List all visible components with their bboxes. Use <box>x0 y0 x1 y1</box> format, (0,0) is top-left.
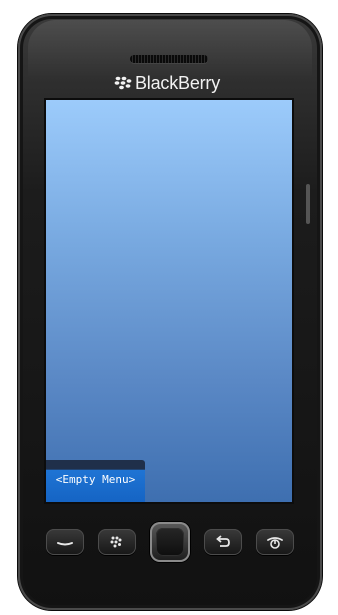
earpiece-speaker <box>130 55 208 63</box>
end-key[interactable] <box>256 529 294 555</box>
phone-icon <box>57 542 73 546</box>
power-icon <box>267 537 283 549</box>
blackberry-logo-icon <box>114 76 132 90</box>
call-key[interactable] <box>46 529 84 555</box>
trackpad[interactable] <box>150 522 190 562</box>
device-screen[interactable]: <Empty Menu> <box>46 100 292 502</box>
menu-key[interactable] <box>98 529 136 555</box>
brand-label: BlackBerry <box>135 72 221 93</box>
hardware-keys <box>46 522 294 562</box>
empty-menu-tab[interactable]: <Empty Menu> <box>46 460 145 502</box>
back-arrow-icon <box>216 535 230 547</box>
side-convenience-key[interactable] <box>306 184 310 224</box>
menu-label: <Empty Menu> <box>55 473 136 486</box>
back-key[interactable] <box>204 529 242 555</box>
blackberry-menu-icon <box>110 536 122 548</box>
brand-logo: BlackBerry <box>114 70 220 96</box>
trackpad-surface[interactable] <box>156 528 184 556</box>
